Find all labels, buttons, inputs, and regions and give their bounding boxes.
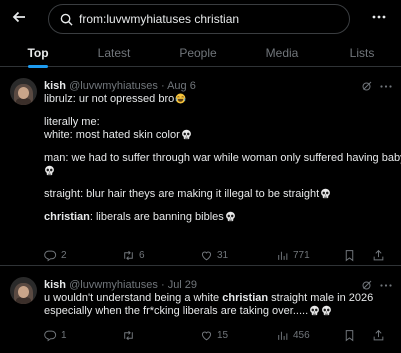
bookmark-icon: [343, 249, 356, 262]
like-button[interactable]: 15: [200, 328, 228, 342]
tweet-text: u wouldn't understand being a white chri…: [44, 292, 384, 318]
skull-emoji-icon: [181, 129, 192, 140]
tweet-line: straight male in 2026: [268, 292, 374, 304]
search-query: from:luvwmyhiatuses christian: [79, 12, 240, 26]
grok-icon[interactable]: [361, 279, 373, 291]
active-tab-indicator: [28, 65, 48, 68]
skull-emoji-icon: [225, 211, 236, 222]
tweet-actions: 2 6 31 771: [44, 248, 389, 262]
bookmark-button[interactable]: [343, 248, 356, 262]
author-handle[interactable]: @luvwmyhiatuses: [69, 279, 158, 291]
reply-count: 2: [61, 249, 67, 261]
share-icon: [372, 329, 385, 342]
like-button[interactable]: 31: [200, 248, 228, 262]
tweet-header: kish @luvwmyhiatuses · Aug 6: [44, 80, 196, 92]
retweet-button[interactable]: 6: [122, 248, 145, 262]
like-count: 15: [217, 329, 229, 341]
grok-icon[interactable]: [361, 80, 373, 92]
tweet-line: librulz: ur not opressed bro: [44, 93, 175, 105]
tweet[interactable]: kish @luvwmyhiatuses · Aug 6 librulz: ur…: [0, 70, 401, 266]
views-icon: [276, 249, 289, 262]
author-name[interactable]: kish: [44, 279, 66, 291]
retweet-icon: [122, 329, 135, 342]
top-bar: from:luvwmyhiatuses christian: [0, 0, 401, 36]
search-input[interactable]: from:luvwmyhiatuses christian: [48, 4, 350, 34]
like-count: 31: [217, 249, 229, 261]
separator: ·: [160, 80, 165, 92]
views-count: 456: [293, 329, 310, 341]
search-highlight: christian: [44, 211, 90, 223]
reply-button[interactable]: 1: [44, 328, 67, 342]
reply-button[interactable]: 2: [44, 248, 67, 262]
skull-emoji-icon: [321, 305, 332, 316]
search-icon: [59, 12, 73, 26]
views-button[interactable]: 771: [276, 248, 310, 262]
share-button[interactable]: [372, 328, 385, 342]
tweet-line: man: we had to suffer through war while …: [44, 152, 401, 164]
reply-icon: [44, 329, 57, 342]
skull-emoji-icon: [320, 188, 331, 199]
author-name[interactable]: kish: [44, 80, 66, 92]
tweet-actions: 1 15 456: [44, 328, 389, 342]
share-button[interactable]: [372, 248, 385, 262]
reply-count: 1: [61, 329, 67, 341]
tweet-header: kish @luvwmyhiatuses · Jul 29: [44, 279, 197, 291]
laughing-emoji-icon: [175, 93, 186, 104]
tweet-line: : liberals are banning bibles: [89, 211, 224, 223]
more-options-icon[interactable]: [368, 8, 390, 26]
tab-lists[interactable]: Lists: [344, 38, 380, 67]
views-button[interactable]: 456: [276, 328, 310, 342]
back-arrow-icon[interactable]: [8, 6, 30, 28]
tweet-line: especially when the fr*cking liberals ar…: [44, 305, 309, 317]
tab-latest[interactable]: Latest: [92, 38, 136, 67]
tweet-line: straight: blur hair theys are making it …: [44, 188, 320, 200]
tweet[interactable]: kish @luvwmyhiatuses · Jul 29 u wouldn't…: [0, 267, 401, 353]
avatar[interactable]: [10, 78, 37, 105]
search-highlight: christian: [222, 292, 269, 304]
retweet-icon: [122, 249, 135, 262]
reply-icon: [44, 249, 57, 262]
bookmark-button[interactable]: [343, 328, 356, 342]
tweet-text: librulz: ur not opressed bro literally m…: [44, 93, 401, 224]
tweet-line: u wouldn't understand being a white: [44, 292, 223, 304]
bookmark-icon: [343, 329, 356, 342]
tweet-date[interactable]: Aug 6: [167, 80, 196, 92]
author-handle[interactable]: @luvwmyhiatuses: [69, 80, 158, 92]
tweet-more-icon[interactable]: [379, 81, 393, 91]
tweet-date[interactable]: Jul 29: [168, 279, 197, 291]
tweet-line: white: most hated skin color: [44, 129, 180, 141]
tab-top[interactable]: Top: [16, 38, 60, 67]
views-count: 771: [293, 249, 310, 261]
skull-emoji-icon: [44, 165, 55, 176]
tab-people[interactable]: People: [175, 38, 221, 67]
like-icon: [200, 329, 213, 342]
retweet-button[interactable]: [122, 328, 139, 342]
skull-emoji-icon: [309, 305, 320, 316]
tweet-more-icon[interactable]: [379, 280, 393, 290]
retweet-count: 6: [139, 249, 145, 261]
like-icon: [200, 249, 213, 262]
tweet-line: literally me:: [44, 116, 100, 128]
tab-media[interactable]: Media: [262, 38, 302, 67]
separator: ·: [160, 279, 165, 291]
search-tabs: Top Latest People Media Lists: [0, 38, 401, 67]
avatar[interactable]: [10, 277, 37, 304]
share-icon: [372, 249, 385, 262]
views-icon: [276, 329, 289, 342]
